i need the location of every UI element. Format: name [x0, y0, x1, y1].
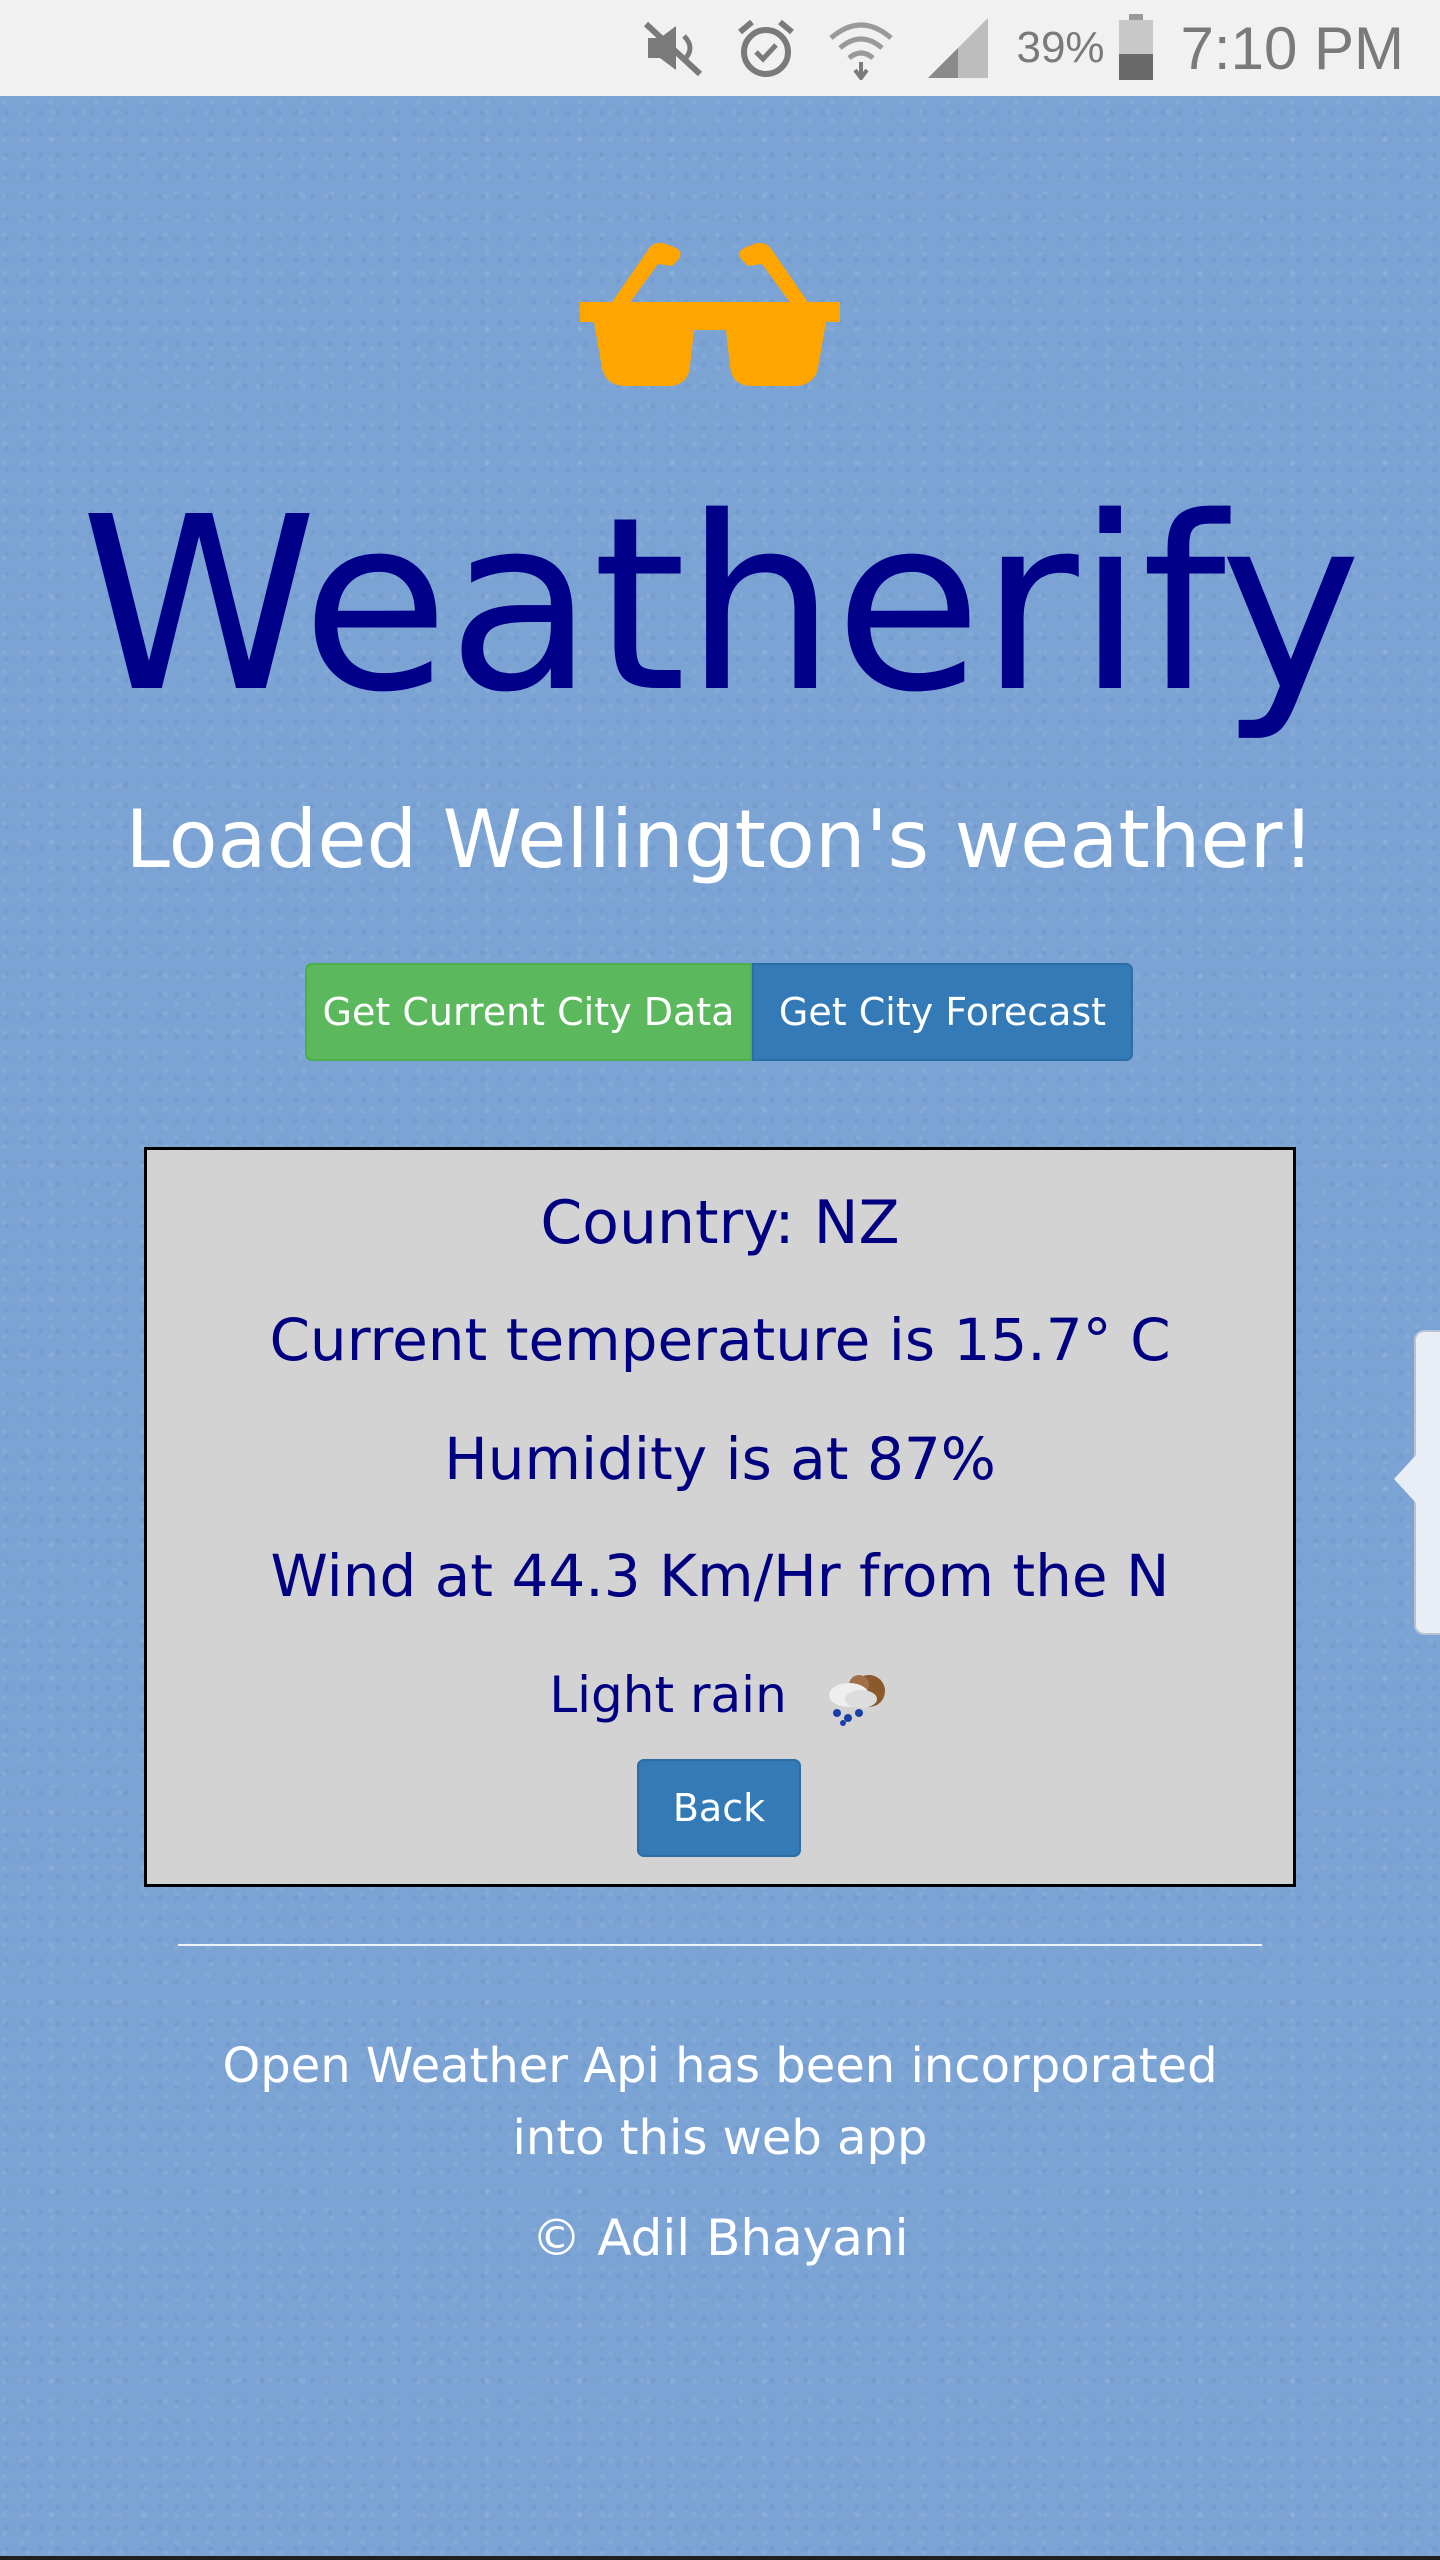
side-panel-handle[interactable]	[1414, 1330, 1440, 1635]
temperature-text: Current temperature is 15.7° C	[269, 1306, 1171, 1374]
weather-info-panel: Country: NZ Current temperature is 15.7°…	[144, 1147, 1296, 1887]
api-note-text: Open Weather Api has been incorporated i…	[222, 2038, 1218, 2166]
country-text: Country: NZ	[540, 1188, 900, 1258]
status-message: Loaded Wellington's weather!	[125, 793, 1315, 886]
app-title: Weatherify	[80, 465, 1362, 745]
condition-text: Light rain	[549, 1666, 787, 1724]
signal-icon	[926, 16, 992, 80]
get-current-city-data-button[interactable]: Get Current City Data	[305, 963, 752, 1061]
alarm-icon	[736, 16, 796, 80]
sunglasses-icon	[580, 240, 840, 390]
condition-row: Light rain	[147, 1660, 1293, 1730]
status-bar: 39% 7:10 PM	[0, 0, 1440, 96]
bottom-edge	[0, 2556, 1440, 2560]
divider	[178, 1944, 1262, 1946]
clock: 7:10 PM	[1180, 14, 1404, 82]
get-city-forecast-button[interactable]: Get City Forecast	[752, 963, 1133, 1061]
rain-cloud-icon	[821, 1671, 891, 1727]
chevron-left-icon[interactable]	[1394, 1455, 1416, 1503]
mute-icon	[640, 18, 706, 78]
api-note: Open Weather Api has been incorporated i…	[0, 2030, 1440, 2174]
battery-percentage: 39%	[1016, 23, 1105, 72]
copyright: © Adil Bhayani	[531, 2209, 909, 2267]
battery-icon	[1117, 14, 1155, 82]
wind-text: Wind at 44.3 Km/Hr from the N	[270, 1542, 1170, 1610]
status-icons: 39% 7:10 PM	[610, 0, 1404, 96]
back-button[interactable]: Back	[637, 1759, 801, 1857]
action-button-group: Get Current City Data Get City Forecast	[305, 963, 1133, 1061]
wifi-icon	[826, 16, 896, 80]
humidity-text: Humidity is at 87%	[444, 1425, 996, 1493]
